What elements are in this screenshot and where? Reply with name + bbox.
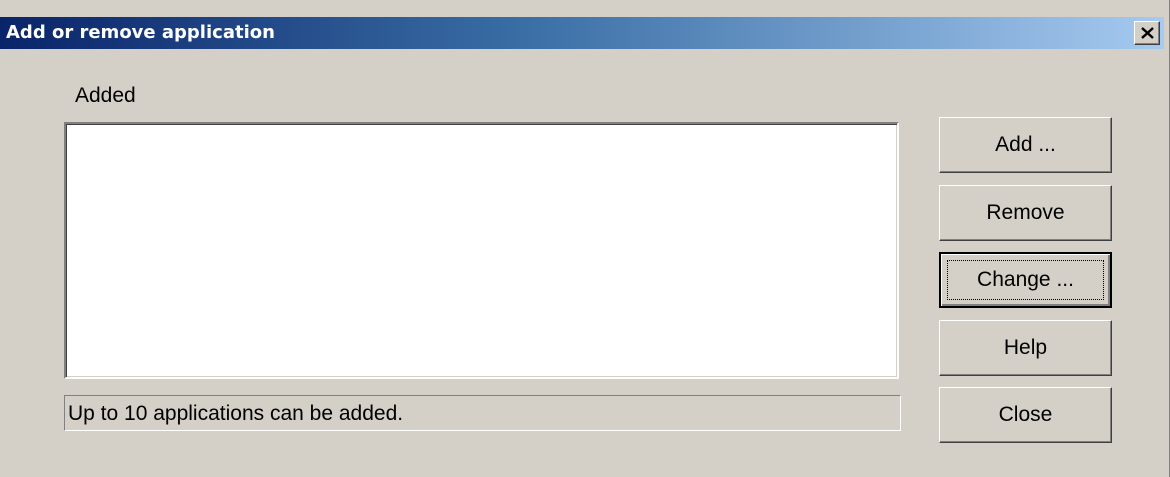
help-button[interactable]: Help: [939, 320, 1112, 376]
help-button-label: Help: [1003, 336, 1048, 359]
close-x-icon: [1141, 27, 1154, 39]
close-button[interactable]: Close: [939, 387, 1112, 443]
change-button-label: Change ...: [977, 268, 1074, 291]
add-remove-application-dialog: Add or remove application Added Up to 10…: [0, 0, 1170, 477]
change-button[interactable]: Change ...: [939, 252, 1112, 308]
title-bar[interactable]: Add or remove application: [0, 17, 1164, 49]
status-field: Up to 10 applications can be added.: [64, 395, 901, 431]
remove-button[interactable]: Remove: [939, 185, 1112, 241]
status-text: Up to 10 applications can be added.: [68, 402, 404, 425]
close-button-label: Close: [998, 403, 1053, 426]
add-button[interactable]: Add ...: [939, 117, 1112, 173]
added-applications-list[interactable]: [64, 122, 899, 379]
add-button-label: Add ...: [995, 133, 1056, 156]
close-window-button[interactable]: [1134, 21, 1160, 45]
window-title: Add or remove application: [6, 22, 275, 43]
added-label: Added: [75, 84, 136, 107]
remove-button-label: Remove: [986, 201, 1065, 224]
